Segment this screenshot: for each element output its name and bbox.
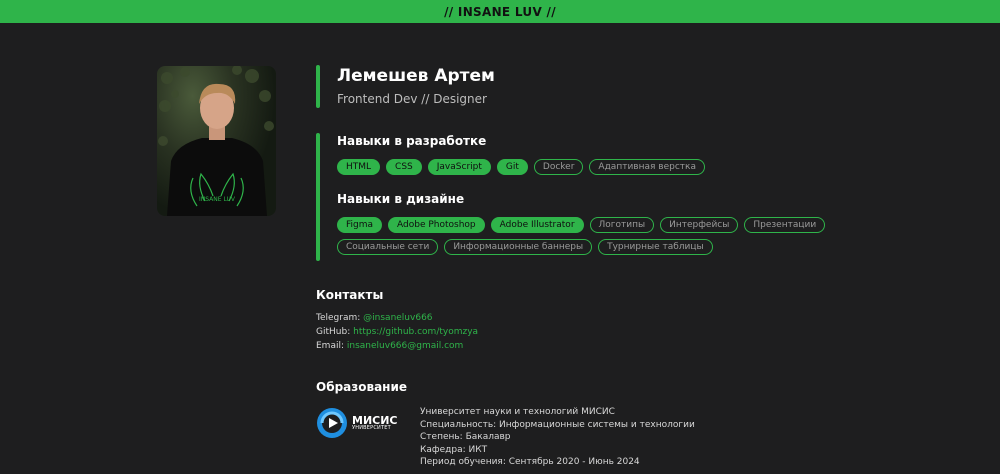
skill-chip: JavaScript bbox=[427, 159, 491, 175]
contact-github: GitHub: https://github.com/tyomzya bbox=[316, 327, 478, 337]
github-label: GitHub: bbox=[316, 327, 351, 337]
skill-chip: Git bbox=[496, 159, 528, 175]
dev-skills-title: Навыки в разработке bbox=[337, 134, 487, 148]
photo-logo-text: INSANE LUV bbox=[199, 196, 236, 203]
skill-chip: Социальные сети bbox=[337, 239, 439, 255]
misis-logo-icon bbox=[317, 408, 347, 438]
profile-photo: INSANE LUV bbox=[157, 66, 276, 216]
profile-role: Frontend Dev // Designer bbox=[337, 92, 487, 106]
email-link[interactable]: insaneluv666@gmail.com bbox=[347, 341, 463, 351]
site-title: // INSANE LUV // bbox=[444, 4, 556, 19]
contacts-title: Контакты bbox=[316, 288, 384, 302]
design-skills-title: Навыки в дизайне bbox=[337, 192, 465, 206]
skill-chip: Adobe Illustrator bbox=[490, 217, 584, 233]
accent-bar bbox=[316, 133, 320, 261]
design-skills-list: Figma Adobe Photoshop Adobe Illustrator Лог… bbox=[337, 217, 827, 255]
github-link[interactable]: https://github.com/tyomzya bbox=[353, 327, 478, 337]
misis-logo: МИСИС УНИВЕРСИТЕТ bbox=[316, 406, 406, 440]
edu-specialty: Специальность: Информационные системы и … bbox=[420, 419, 695, 430]
skill-chip: Docker bbox=[533, 159, 584, 175]
skill-chip: HTML bbox=[337, 159, 381, 175]
skill-chip: Адаптивная верстка bbox=[589, 159, 705, 175]
edu-department: Кафедра: ИКТ bbox=[420, 444, 488, 455]
logo-sub-text: УНИВЕРСИТЕТ bbox=[352, 425, 391, 431]
skill-chip: Презентации bbox=[744, 217, 826, 233]
contact-telegram: Telegram: @insaneluv666 bbox=[316, 313, 433, 323]
accent-bar bbox=[316, 65, 320, 108]
edu-university: Университет науки и технологий МИСИС bbox=[420, 407, 615, 417]
dev-skills-list: HTML CSS JavaScript Git Docker Адаптивная вер… bbox=[337, 159, 717, 175]
skill-chip: Турнирные таблицы bbox=[598, 239, 713, 255]
education-title: Образование bbox=[316, 380, 408, 394]
email-label: Email: bbox=[316, 341, 345, 351]
contact-email: Email: insaneluv666@gmail.com bbox=[316, 341, 463, 351]
education-details: Университет науки и технологий МИСИС Спе… bbox=[420, 406, 695, 469]
skill-chip: Интерфейсы bbox=[660, 217, 739, 233]
skill-chip: CSS bbox=[386, 159, 422, 175]
edu-period: Период обучения: Сентябрь 2020 - Июнь 20… bbox=[420, 457, 640, 467]
skill-chip: Figma bbox=[337, 217, 383, 233]
skill-chip: Логотипы bbox=[589, 217, 655, 233]
profile-name: Лемешев Артем bbox=[337, 66, 495, 86]
skill-chip: Информационные баннеры bbox=[444, 239, 593, 255]
edu-degree: Степень: Бакалавр bbox=[420, 432, 511, 442]
telegram-label: Telegram: bbox=[316, 313, 361, 323]
skill-chip: Adobe Photoshop bbox=[388, 217, 485, 233]
top-banner: // INSANE LUV // bbox=[0, 0, 1000, 23]
telegram-link[interactable]: @insaneluv666 bbox=[363, 313, 432, 323]
